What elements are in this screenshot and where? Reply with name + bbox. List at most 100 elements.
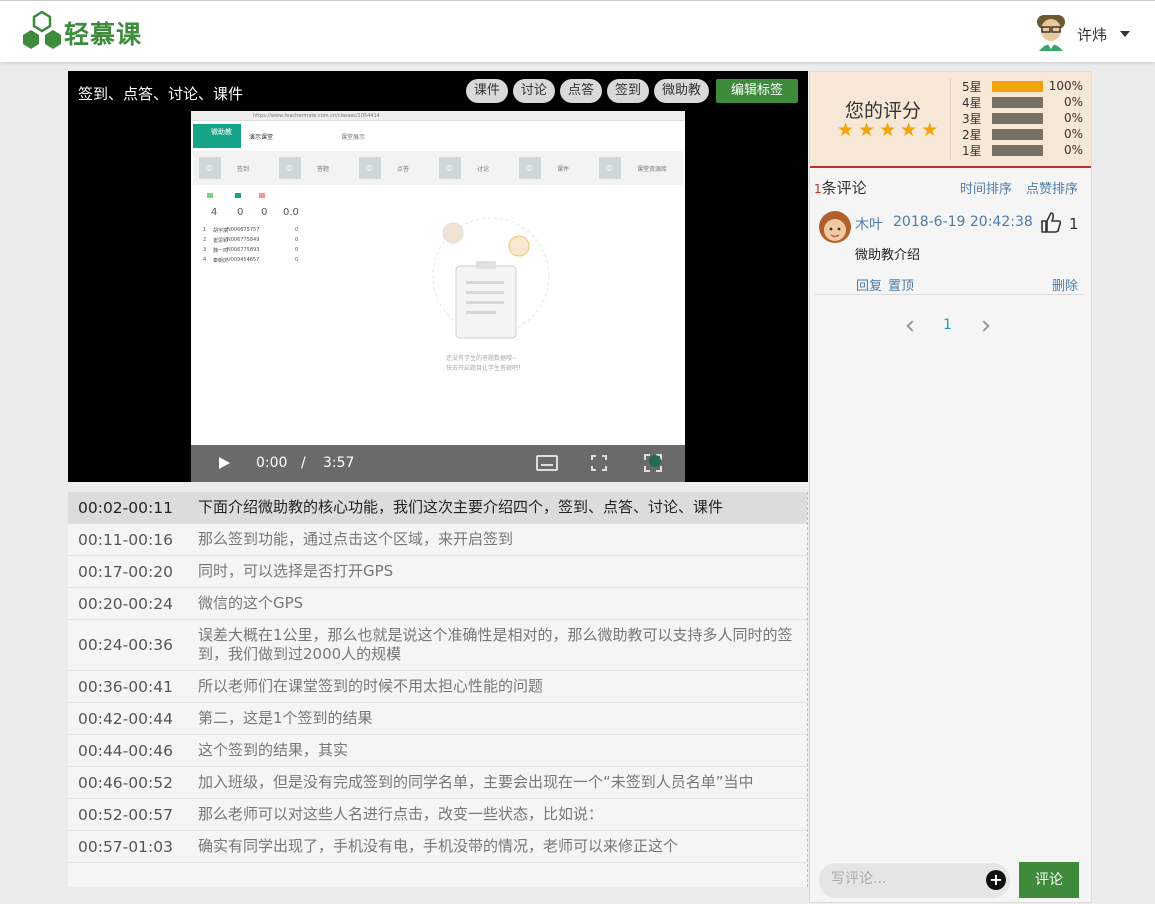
- transcript-text: 加入班级，但是没有完成签到的同学名单，主要会出现在一个“未签到人员名单”当中: [198, 773, 754, 791]
- rating-percent: 0%: [1063, 143, 1083, 157]
- inner-student-score: 0: [295, 227, 299, 233]
- inner-student-name: 魏一鸣: [213, 248, 229, 254]
- inner-tile-count: 0: [527, 164, 533, 173]
- inner-tile-count: 0: [287, 164, 293, 173]
- like-count: 1: [1069, 215, 1079, 233]
- rating-bar: [992, 128, 1043, 140]
- prev-page-icon[interactable]: [906, 320, 918, 332]
- star-icon[interactable]: ★: [858, 121, 875, 140]
- inner-stat-3: 0: [261, 207, 268, 218]
- transcript-row[interactable]: 00:36-00:41 所以老师们在课堂签到的时候不用太担心性能的问题: [68, 671, 807, 703]
- expand-icon[interactable]: [643, 453, 663, 473]
- rating-level-label: 3星: [962, 111, 982, 126]
- commenter-avatar[interactable]: [819, 211, 851, 243]
- duration: 3:57: [323, 455, 355, 471]
- inner-stat-4: 0.0: [283, 207, 299, 218]
- logo-icon[interactable]: [20, 11, 64, 53]
- rating-panel: 您的评分 ★ ★ ★ ★ ★ 5星 100% 4星 0% 3星 0% 2星 0% 1星 0%: [810, 72, 1091, 168]
- transcript-text: 同时，可以选择是否打开GPS: [198, 562, 394, 580]
- add-icon[interactable]: +: [986, 870, 1006, 890]
- tag-answer[interactable]: 点答: [559, 79, 602, 103]
- user-avatar[interactable]: [1033, 13, 1069, 51]
- transcript-time: 00:36-00:41: [78, 677, 173, 696]
- thumbs-up-icon[interactable]: [1040, 210, 1062, 234]
- inner-class-name: 演示课堂: [249, 134, 274, 141]
- transcript-row[interactable]: 00:11-00:16 那么签到功能，通过点击这个区域，来开启签到: [68, 524, 807, 556]
- transcript-text: 那么签到功能，通过点击这个区域，来开启签到: [198, 530, 514, 548]
- inner-url: https://www.teachermate.com.cn/classes/1…: [253, 113, 380, 119]
- tag-courseware[interactable]: 课件: [465, 79, 508, 103]
- comment-time: 2018-6-19 20:42:38: [893, 214, 1033, 230]
- star-icon[interactable]: ★: [837, 121, 854, 140]
- current-time: 0:00: [256, 455, 288, 471]
- transcript-row[interactable]: 00:02-00:11 下面介绍微助教的核心功能，我们这次主要介绍四个，签到、点答…: [68, 492, 807, 524]
- transcript-row[interactable]: 00:52-00:57 那么老师可以对这些人名进行点击，改变一些状态，比如说：: [68, 799, 807, 831]
- transcript-row[interactable]: 00:24-00:36 误差大概在1公里，那么也就是说这个准确性是相对的，那么微助…: [68, 620, 807, 671]
- rating-percent: 0%: [1063, 111, 1083, 125]
- reply-link[interactable]: 回复: [856, 275, 882, 294]
- inner-student-id: N006675757: [227, 227, 260, 233]
- brand-name[interactable]: 轻慕课: [64, 15, 142, 51]
- rating-bar: [992, 96, 1043, 108]
- inner-tile-label: 课件: [557, 166, 570, 173]
- video-controls: 0:00 / 3:57: [191, 445, 685, 482]
- rating-bar: [992, 112, 1043, 124]
- tag-checkin[interactable]: 签到: [606, 79, 649, 103]
- transcript-time: 00:46-00:52: [78, 773, 173, 792]
- transcript-text: 所以老师们在课堂签到的时候不用太担心性能的问题: [198, 677, 544, 695]
- pin-link[interactable]: 置顶: [888, 275, 914, 294]
- submit-comment-button[interactable]: 评论: [1019, 862, 1079, 898]
- comment-count-number: 1: [814, 182, 822, 196]
- transcript-row[interactable]: 00:20-00:24 微信的这个GPS: [68, 588, 807, 620]
- video-player[interactable]: 签到、点答、讨论、课件 课件 讨论 点答 签到 微助教 编辑标签 https:/…: [68, 71, 808, 482]
- comment-count-label: 条评论: [821, 179, 867, 197]
- transcript-time: 00:02-00:11: [78, 498, 173, 517]
- fullscreen-icon[interactable]: [591, 455, 607, 471]
- edit-tags-button[interactable]: 编辑标签: [715, 79, 798, 103]
- chevron-down-icon[interactable]: [1120, 31, 1130, 37]
- sort-by-time[interactable]: 时间排序: [960, 178, 1012, 197]
- transcript-time: 00:17-00:20: [78, 562, 173, 581]
- rating-bar: [992, 144, 1043, 156]
- rating-percent: 0%: [1063, 127, 1083, 141]
- side-panel: 您的评分 ★ ★ ★ ★ ★ 5星 100% 4星 0% 3星 0% 2星 0% 1星 0% 1条…: [809, 71, 1092, 903]
- transcript-row[interactable]: 00:17-00:20 同时，可以选择是否打开GPS: [68, 556, 807, 588]
- inner-tile-count: 0: [447, 164, 453, 173]
- transcript-time: 00:44-00:46: [78, 741, 173, 760]
- transcript-row[interactable]: 00:44-00:46 这个签到的结果，其实: [68, 735, 807, 767]
- inner-menu: 课堂展示: [341, 134, 366, 141]
- star-icon[interactable]: ★: [879, 121, 896, 140]
- rating-stars[interactable]: ★ ★ ★ ★ ★: [837, 121, 938, 140]
- tag-discussion[interactable]: 讨论: [512, 79, 555, 103]
- inner-tile-count: 0: [367, 164, 373, 173]
- inner-student-idx: 1: [203, 227, 207, 233]
- transcript-row[interactable]: 00:42-00:44 第二，这是1个签到的结果: [68, 703, 807, 735]
- transcript-time: 00:20-00:24: [78, 594, 173, 613]
- transcript-time: 00:11-00:16: [78, 530, 173, 549]
- inner-tile-label: 点答: [397, 166, 410, 173]
- rating-distribution-row: 4星 0%: [962, 94, 1086, 110]
- page-number[interactable]: 1: [943, 317, 952, 333]
- transcript-text: 确实有同学出现了，手机没有电，手机没带的情况，老师可以来修正这个: [198, 837, 679, 855]
- star-icon[interactable]: ★: [921, 121, 938, 140]
- inner-student-name: 胡宇斌: [213, 228, 229, 234]
- tag-teachermate[interactable]: 微助教: [653, 79, 709, 103]
- next-page-icon[interactable]: [978, 320, 990, 332]
- play-icon[interactable]: [219, 457, 230, 469]
- comment-input[interactable]: [831, 871, 981, 887]
- transcript-text: 下面介绍微助教的核心功能，我们这次主要介绍四个，签到、点答、讨论、课件: [198, 498, 724, 516]
- subtitles-icon[interactable]: [536, 455, 558, 471]
- comment-author[interactable]: 木叶: [855, 214, 883, 234]
- inner-tile-count: 0: [207, 164, 213, 173]
- inner-student-score: 0: [295, 247, 299, 253]
- rating-distribution: 5星 100% 4星 0% 3星 0% 2星 0% 1星 0%: [962, 78, 1086, 158]
- inner-student-score: 0: [295, 237, 299, 243]
- transcript-row[interactable]: 00:57-01:03 确实有同学出现了，手机没有电，手机没带的情况，老师可以来修…: [68, 831, 807, 863]
- sort-by-likes[interactable]: 点赞排序: [1026, 178, 1078, 197]
- rating-distribution-row: 5星 100%: [962, 78, 1086, 94]
- transcript-row[interactable]: 00:46-00:52 加入班级，但是没有完成签到的同学名单，主要会出现在一个“未…: [68, 767, 807, 799]
- delete-link[interactable]: 删除: [1052, 275, 1078, 294]
- star-icon[interactable]: ★: [900, 121, 917, 140]
- inner-tile-label: 讨论: [477, 166, 490, 173]
- user-name[interactable]: 许炜: [1077, 24, 1107, 45]
